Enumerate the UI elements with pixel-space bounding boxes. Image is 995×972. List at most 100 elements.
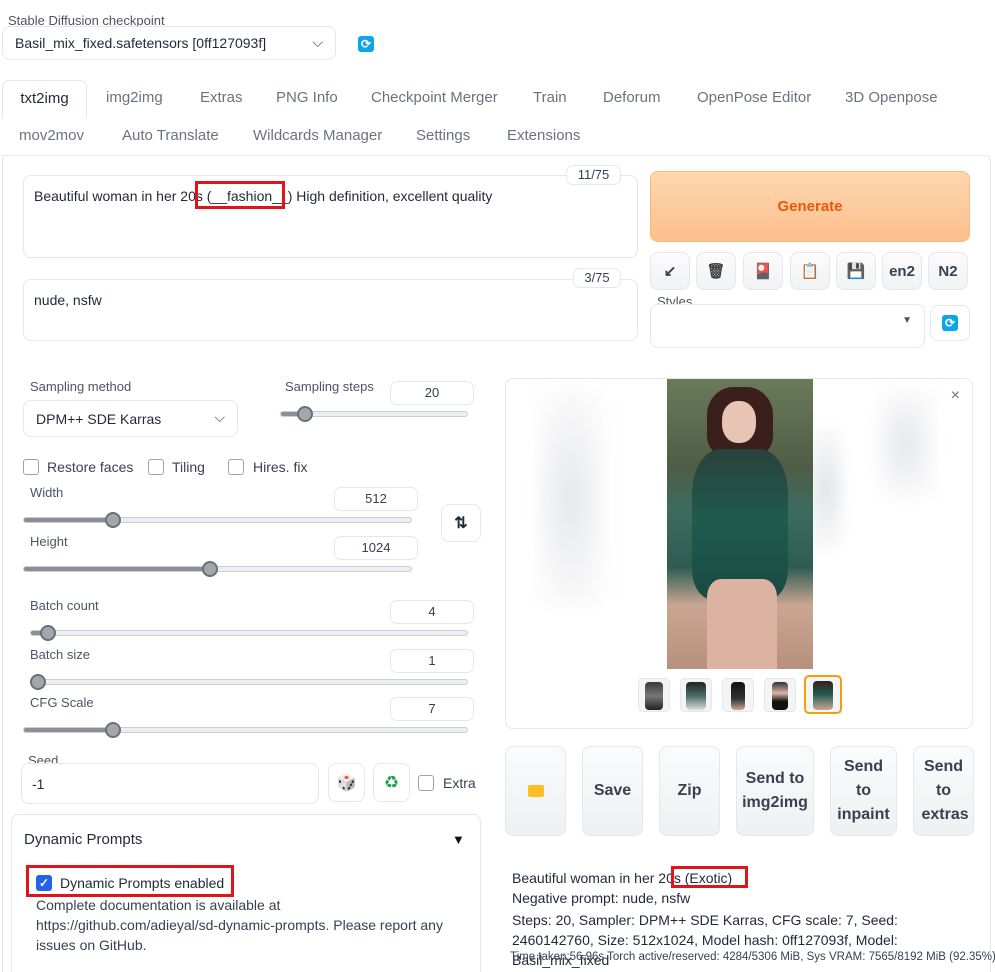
slider-thumb[interactable] [201,561,218,577]
main-generated-image[interactable] [667,379,813,669]
chevron-down-icon: ⌵ [214,409,225,425]
slider-fill [24,518,113,522]
width-label: Width [30,485,64,500]
sampling-steps-label: Sampling steps [285,379,374,394]
dynamic-prompts-doc-text: Complete documentation is available at h… [36,897,443,953]
exotic-highlight-box [671,866,748,888]
sampling-steps-input[interactable]: 20 [390,381,474,405]
batch-size-slider[interactable] [30,674,468,690]
show-extra-networks-button[interactable]: 🎴 [743,252,783,290]
dynamic-prompts-enabled-checkbox[interactable]: ✓ [36,875,52,891]
tab-checkpoint-merger[interactable]: Checkpoint Merger [371,80,498,116]
prompt-textarea[interactable]: Beautiful woman in her 20s (__fashion__)… [23,175,638,258]
slider-thumb[interactable] [104,722,121,738]
tab-txt2img[interactable]: txt2img [2,80,87,118]
negative-prompt-text: nude, nsfw [34,292,102,308]
image-gallery: × [505,378,973,729]
close-icon[interactable]: × [951,387,960,405]
save-button[interactable]: Save [582,746,643,836]
collapse-triangle-icon[interactable]: ▼ [452,832,465,847]
generate-button[interactable]: Generate [650,171,970,242]
tiling-checkbox[interactable] [148,459,164,475]
gallery-thumbnail[interactable] [764,678,796,712]
tab-img2img[interactable]: img2img [106,80,163,116]
batch-count-slider[interactable] [30,625,468,641]
batch-size-label: Batch size [30,647,90,662]
slider-fill [24,728,113,732]
width-input[interactable]: 512 [334,487,418,511]
send-to-inpaint-label: Send to inpaint [837,758,890,823]
tab-extras[interactable]: Extras [200,80,243,116]
refresh-icon: ⟳ [942,315,958,331]
en2-label: en2 [889,262,915,280]
arrow-down-left-icon: ↙ [663,263,677,280]
clear-prompt-button[interactable]: 🗑 [696,252,736,290]
width-slider[interactable] [23,512,412,528]
send-to-img2img-button[interactable]: Send to img2img [736,746,814,836]
gallery-thumbnail[interactable] [722,678,754,712]
info-time-line: Time taken:56.96s Torch active/reserved:… [510,951,995,963]
hires-fix-checkbox[interactable] [228,459,244,475]
prompt-token-counter: 11/75 [566,165,621,185]
folder-icon [527,785,544,797]
batch-count-input[interactable]: 4 [390,600,474,624]
thumbnail-image [813,681,833,710]
fashion-highlight-box [195,181,285,209]
recycle-icon: ♻ [383,772,400,792]
batch-size-input[interactable]: 1 [390,649,474,673]
reuse-seed-button[interactable]: ♻ [373,763,410,802]
tab-settings[interactable]: Settings [416,118,470,154]
checkpoint-value: Basil_mix_fixed.safetensors [0ff127093f] [15,35,267,51]
seed-input[interactable]: -1 [21,763,319,804]
chevron-down-icon: ⌵ [312,34,323,50]
send-to-extras-button[interactable]: Send to extras [913,746,974,836]
tab-wildcards-manager[interactable]: Wildcards Manager [253,118,382,154]
dynamic-prompts-title[interactable]: Dynamic Prompts [24,831,142,848]
en2-button[interactable]: en2 [882,252,922,290]
sampling-method-dropdown[interactable]: DPM++ SDE Karras ⌵ [23,400,238,437]
styles-refresh-button[interactable]: ⟳ [930,305,970,341]
card-icon: 🎴 [753,263,773,280]
send-to-inpaint-button[interactable]: Send to inpaint [830,746,897,836]
thumbnail-image [686,682,706,710]
tab-auto-translate[interactable]: Auto Translate [122,118,219,154]
slider-thumb[interactable] [30,674,46,690]
apply-style-button[interactable]: 📋 [790,252,830,290]
checkpoint-dropdown[interactable]: Basil_mix_fixed.safetensors [0ff127093f]… [2,26,336,60]
swap-arrows-icon: ⇅ [454,515,468,532]
dice-icon: 🎲 [336,774,357,792]
gallery-thumbnail[interactable] [680,678,712,712]
cfg-scale-input[interactable]: 7 [390,697,474,721]
read-params-button[interactable]: ↙ [650,252,690,290]
tab-mov2mov[interactable]: mov2mov [19,118,84,154]
save-style-button[interactable]: 💾 [836,252,876,290]
batch-count-label: Batch count [30,598,99,613]
height-slider[interactable] [23,561,412,577]
open-folder-button[interactable] [505,746,566,836]
checkpoint-refresh-button[interactable]: ⟳ [346,26,386,62]
swap-dimensions-button[interactable]: ⇅ [441,504,481,542]
height-input[interactable]: 1024 [334,536,418,560]
slider-thumb[interactable] [105,512,121,528]
generate-label: Generate [777,198,843,215]
tab-train[interactable]: Train [533,80,567,116]
negative-prompt-textarea[interactable]: nude, nsfw [23,279,638,341]
sampling-steps-slider[interactable] [280,406,468,422]
gallery-thumbnail-selected[interactable] [804,675,842,714]
tab-openpose-editor[interactable]: OpenPose Editor [697,80,811,116]
tab-3d-openpose[interactable]: 3D Openpose [845,80,938,116]
zip-button[interactable]: Zip [659,746,720,836]
n2-label: N2 [938,262,958,280]
random-seed-button[interactable]: 🎲 [328,763,365,802]
tab-png-info[interactable]: PNG Info [276,80,338,116]
gallery-thumbnail[interactable] [638,678,670,712]
cfg-scale-slider[interactable] [23,722,468,738]
n2-button[interactable]: N2 [928,252,968,290]
extra-seed-checkbox[interactable] [418,775,434,791]
tab-deforum[interactable]: Deforum [603,80,661,116]
info-prompt-prefix: Beautiful woman in her 20s [512,870,681,886]
sampling-method-value: DPM++ SDE Karras [36,411,162,427]
styles-dropdown[interactable]: ▼ [650,304,925,348]
restore-faces-checkbox[interactable] [23,459,39,475]
tab-extensions[interactable]: Extensions [507,118,580,154]
